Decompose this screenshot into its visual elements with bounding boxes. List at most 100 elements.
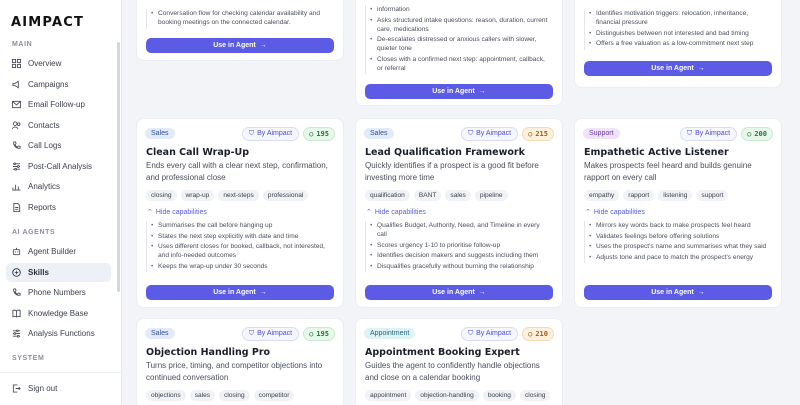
score-value: 200 xyxy=(754,129,767,138)
sidebar-item-label: Overview xyxy=(28,59,62,68)
sidebar-item-skills[interactable]: Skills xyxy=(6,263,111,282)
sidebar-item-contacts[interactable]: Contacts xyxy=(6,116,111,135)
author-badge: ⛉ By Aimpact xyxy=(241,126,300,141)
arrow-right-icon: → xyxy=(259,42,267,49)
sidebar-item-analysis-functions[interactable]: Analysis Functions xyxy=(6,324,111,343)
capability-item: Summarises the call before hanging up xyxy=(149,221,331,230)
skill-card-clean-call-wrap-up[interactable]: Sales ⛉ By Aimpact ○ 195 Clean Call Wrap-U… xyxy=(136,118,344,308)
tag-list: appointment objection-handling booking c… xyxy=(365,390,554,401)
phone-icon xyxy=(12,141,21,150)
score-value: 215 xyxy=(535,129,548,138)
section-label-ai-agents: AI AGENTS xyxy=(12,229,56,236)
capability-item: Identifies motivation triggers: relocati… xyxy=(587,9,769,27)
sidebar-item-label: Post-Call Analysis xyxy=(28,162,93,171)
sidebar-item-campaigns[interactable]: Campaigns xyxy=(6,75,111,94)
sign-out-button[interactable]: Sign out xyxy=(6,379,111,398)
mail-icon xyxy=(12,100,21,109)
hide-capabilities-toggle[interactable]: ⌃ Hide capabilities xyxy=(585,208,645,217)
score-badge: ○ 195 xyxy=(303,326,335,341)
author-label: By Aimpact xyxy=(695,130,731,137)
chart-icon xyxy=(12,182,21,191)
use-in-agent-label: Use in Agent xyxy=(432,88,475,95)
arrow-right-icon: → xyxy=(697,65,705,72)
grid-icon xyxy=(12,59,21,68)
skill-card-lead-qualification[interactable]: Sales ⛉ By Aimpact ○ 215 Lead Qualificatio… xyxy=(355,118,563,308)
tag: wrap-up xyxy=(180,190,215,201)
skill-card-appointment-booking[interactable]: Appointment ⛉ By Aimpact ○ 210 Appointment… xyxy=(355,318,563,405)
sidebar-item-label: Analytics xyxy=(28,182,61,191)
section-label-main: MAIN xyxy=(12,41,33,48)
sidebar-item-overview[interactable]: Overview xyxy=(6,54,111,73)
sidebar-item-phone-numbers[interactable]: Phone Numbers xyxy=(6,283,111,302)
use-in-agent-button[interactable]: Use in Agent → xyxy=(584,61,772,76)
capability-item: Identifies decision makers and suggests … xyxy=(368,251,550,260)
capability-item: States the next step explicitly with dat… xyxy=(149,232,331,241)
capability-list: Qualifies Budget, Authority, Need, and T… xyxy=(365,221,550,272)
sidebar-item-label: Agent Builder xyxy=(28,247,77,256)
sidebar-item-post-call-analysis[interactable]: Post-Call Analysis xyxy=(6,157,111,176)
sidebar-item-knowledge-base[interactable]: Knowledge Base xyxy=(6,304,111,323)
shield-icon: ⛉ xyxy=(248,329,255,337)
skill-card: information Asks structured intake quest… xyxy=(355,0,563,106)
phone-icon xyxy=(12,288,21,297)
tag: listening xyxy=(658,190,693,201)
use-in-agent-button[interactable]: Use in Agent → xyxy=(365,84,553,99)
logout-icon xyxy=(12,384,21,393)
category-badge: Appointment xyxy=(364,328,416,339)
card-badges: ⛉ By Aimpact ○ 195 xyxy=(241,126,335,141)
category-badge: Support xyxy=(583,128,620,139)
arrow-right-icon: → xyxy=(697,289,705,296)
sidebar-item-analytics[interactable]: Analytics xyxy=(6,177,111,196)
capability-item: Conversation flow for checking calendar … xyxy=(149,9,331,27)
shield-icon: ⛉ xyxy=(467,129,474,137)
sidebar-item-label: Phone Numbers xyxy=(28,288,86,297)
document-icon xyxy=(12,203,21,212)
arrow-right-icon: → xyxy=(478,88,486,95)
chevron-up-icon: ⌃ xyxy=(366,209,372,216)
tag: sales xyxy=(445,190,471,201)
author-label: By Aimpact xyxy=(476,130,512,137)
tag: professional xyxy=(262,190,309,201)
card-description: Makes prospects feel heard and builds ge… xyxy=(584,161,752,182)
circle-icon: ○ xyxy=(528,329,533,338)
hide-capabilities-toggle[interactable]: ⌃ Hide capabilities xyxy=(366,208,426,217)
capability-item: Uses different closes for booked, callba… xyxy=(149,242,331,260)
capability-list: information Asks structured intake quest… xyxy=(365,5,550,74)
sidebar-item-call-logs[interactable]: Call Logs xyxy=(6,136,111,155)
tag-list: empathy rapport listening support xyxy=(584,190,773,201)
tag-list: qualification BANT sales pipeline xyxy=(365,190,554,201)
use-in-agent-button[interactable]: Use in Agent → xyxy=(146,38,334,53)
card-badges: ⛉ By Aimpact ○ 215 xyxy=(460,126,554,141)
use-in-agent-button[interactable]: Use in Agent → xyxy=(146,285,334,300)
use-in-agent-label: Use in Agent xyxy=(651,65,694,72)
use-in-agent-label: Use in Agent xyxy=(213,42,256,49)
megaphone-icon xyxy=(12,80,21,89)
card-header: Support ⛉ By Aimpact ○ 200 xyxy=(583,126,773,141)
sidebar-item-label: Skills xyxy=(28,268,49,277)
sidebar-item-label: Analysis Functions xyxy=(28,329,95,338)
skill-card-objection-handling[interactable]: Sales ⛉ By Aimpact ○ 195 Objection Handlin… xyxy=(136,318,344,405)
skill-card-empathetic-listener[interactable]: Support ⛉ By Aimpact ○ 200 Empathetic Acti… xyxy=(574,118,782,308)
sidebar-scrollbar[interactable] xyxy=(117,42,120,292)
hide-capabilities-toggle[interactable]: ⌃ Hide capabilities xyxy=(147,208,207,217)
circle-icon: ○ xyxy=(309,329,314,338)
circle-icon: ○ xyxy=(528,129,533,138)
use-in-agent-button[interactable]: Use in Agent → xyxy=(365,285,553,300)
sparkle-icon xyxy=(12,268,21,277)
chevron-up-icon: ⌃ xyxy=(147,209,153,216)
sidebar-item-email-follow-up[interactable]: Email Follow-up xyxy=(6,95,111,114)
card-badges: ⛉ By Aimpact ○ 210 xyxy=(460,326,554,341)
category-badge: Sales xyxy=(364,128,394,139)
sliders-icon xyxy=(12,162,21,171)
capability-item: Keeps the wrap-up under 30 seconds xyxy=(149,262,331,271)
tag: rapport xyxy=(623,190,655,201)
circle-icon: ○ xyxy=(309,129,314,138)
sidebar-item-agent-builder[interactable]: Agent Builder xyxy=(6,242,111,261)
card-header: Sales ⛉ By Aimpact ○ 215 xyxy=(364,126,554,141)
use-in-agent-button[interactable]: Use in Agent → xyxy=(584,285,772,300)
sidebar-item-reports[interactable]: Reports xyxy=(6,198,111,217)
sign-out-label: Sign out xyxy=(28,384,58,393)
category-badge: Sales xyxy=(145,128,175,139)
capability-item: De-escalates distressed or anxious calle… xyxy=(368,35,550,53)
capability-list: Identifies motivation triggers: relocati… xyxy=(584,9,769,50)
